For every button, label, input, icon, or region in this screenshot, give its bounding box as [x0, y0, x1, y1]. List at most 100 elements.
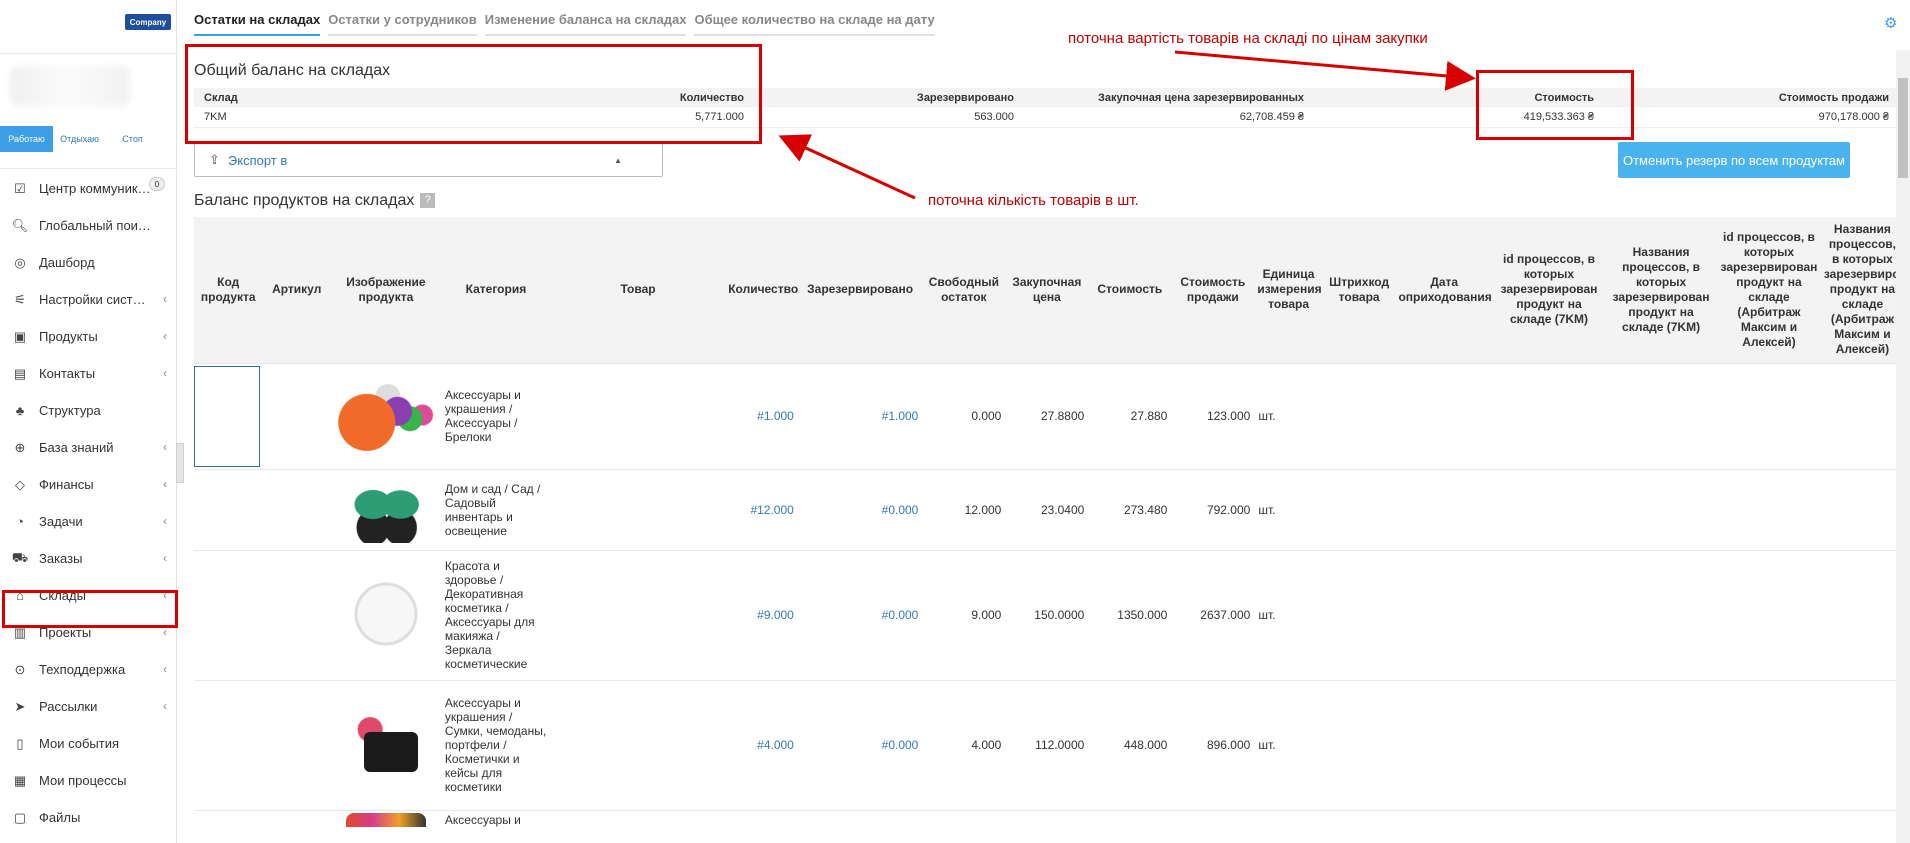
free-stock-cell: 4.000 [922, 680, 1006, 811]
column-header[interactable]: Штрихкод товара [1322, 217, 1396, 364]
product-image[interactable] [345, 812, 426, 827]
reserved-link[interactable] [797, 810, 923, 843]
sidebar-item-mailings[interactable]: ➤ Рассылки ‹ [0, 688, 177, 725]
sidebar-item-contacts[interactable]: ▤ Контакты ‹ [0, 355, 177, 392]
product-code-cell[interactable] [194, 363, 263, 470]
status-resting[interactable]: Отдыхаю [53, 126, 106, 152]
checkbox-icon: ☑ [14, 180, 26, 196]
sidebar-item-products[interactable]: ▣ Продукты ‹ [0, 318, 177, 355]
tab-total-by-date[interactable]: Общее количество на складе на дату [694, 12, 935, 36]
column-header[interactable]: Единица измерения товара [1254, 217, 1323, 364]
product-code-cell[interactable] [194, 550, 263, 681]
tab-balance-changes[interactable]: Изменение баланса на складах [484, 12, 687, 36]
sidebar-item-settings[interactable]: ⚟ Настройки сист… ‹ [0, 281, 177, 318]
product-image[interactable] [348, 578, 423, 649]
tabs: Остатки на складах Остатки у сотрудников… [194, 12, 935, 36]
column-header[interactable]: Категория [440, 217, 551, 364]
sidebar-item-label: Финансы [39, 477, 94, 492]
product-image[interactable] [349, 473, 422, 543]
status-working[interactable]: Работаю [0, 126, 53, 152]
column-header[interactable]: Закупочная цена [1005, 217, 1089, 364]
table-row: 7KM 5,771.000 563.000 62,708.459 ₴ 419,5… [194, 107, 1899, 128]
tab-employee-stock[interactable]: Остатки у сотрудников [328, 12, 477, 36]
sidebar-item-projects[interactable]: ▥ Проекты ‹ [0, 614, 177, 651]
help-icon[interactable]: ? [420, 193, 436, 209]
process-name-cell [1605, 680, 1718, 811]
column-header[interactable]: Свободный остаток [922, 217, 1006, 364]
sidebar-nav: ☑ Центр коммуник… 0 🔍︎ Глобальный пои… ◎… [0, 170, 177, 836]
unit-cell [1254, 810, 1323, 843]
quantity-link[interactable]: #4.000 [725, 680, 798, 811]
product-image[interactable] [337, 377, 434, 452]
reserved-link[interactable]: #1.000 [797, 363, 923, 470]
category-cell: Дом и сад / Сад / Садовый инвентарь и ос… [440, 469, 551, 551]
sale-cost-value: 970,178.000 ₴ [1604, 107, 1899, 128]
article-cell [262, 680, 331, 811]
unit-cell: шт. [1254, 550, 1323, 681]
column-header[interactable]: Код продукта [194, 217, 263, 364]
product-name-cell [550, 550, 726, 681]
sidebar-item-label: Техподдержка [39, 662, 126, 677]
support-icon: ⊙ [14, 661, 26, 677]
sidebar-item-dashboard[interactable]: ◎ Дашборд [0, 244, 177, 281]
status-stop[interactable]: Стоп [106, 126, 159, 152]
process-name-cell [1605, 469, 1718, 551]
column-header[interactable]: id процессов, в которых зарезервирован п… [1492, 217, 1606, 364]
reserved-link[interactable]: #0.000 [797, 469, 923, 551]
sidebar-item-support[interactable]: ⊙ Техподдержка ‹ [0, 651, 177, 688]
sidebar-item-orders[interactable]: ⛟ Заказы ‹ [0, 540, 177, 577]
product-code-cell[interactable] [194, 469, 263, 551]
vertical-scrollbar[interactable] [1896, 50, 1910, 843]
sidebar-item-structure[interactable]: ♣ Структура [0, 392, 177, 429]
products-title-text: Баланс продуктов на складах [194, 192, 415, 209]
cost-cell: 273.480 [1088, 469, 1172, 551]
sidebar-item-finance[interactable]: ◇ Финансы ‹ [0, 466, 177, 503]
sidebar-item-communications[interactable]: ☑ Центр коммуник… 0 [0, 170, 177, 207]
quantity-link[interactable] [725, 810, 798, 843]
quantity-link[interactable]: #12.000 [725, 469, 798, 551]
column-header[interactable]: Товар [550, 217, 726, 364]
column-header[interactable]: Стоимость [1088, 217, 1172, 364]
user-info-blurred [10, 66, 130, 106]
column-header[interactable]: id процессов, в которых зарезервирован п… [1717, 217, 1821, 364]
sidebar-item-events[interactable]: ▯ Мои события [0, 725, 177, 762]
column-header[interactable]: Изображение продукта [330, 217, 441, 364]
column-header[interactable]: Зарезервировано [797, 217, 923, 364]
column-header[interactable]: Названия процессов, в которых зарезервир… [1605, 217, 1718, 364]
sidebar-item-label: Проекты [39, 625, 92, 640]
product-image[interactable] [349, 707, 422, 780]
column-header[interactable]: Стоимость продажи [1171, 217, 1255, 364]
cancel-all-reserves-button[interactable]: Отменить резерв по всем продуктам [1618, 142, 1850, 178]
column-header: Стоимость [1314, 88, 1604, 107]
tasks-icon: ◔ [16, 514, 24, 529]
export-dropdown[interactable]: ⇪ Экспорт в ▲ [194, 143, 663, 177]
gear-icon[interactable]: ⚙ [1884, 14, 1898, 32]
column-header[interactable]: Дата оприходования [1395, 217, 1493, 364]
sidebar-item-knowledge[interactable]: ⊕ База знаний ‹ [0, 429, 177, 466]
product-code-cell[interactable] [194, 680, 263, 811]
sidebar-item-label: Структура [39, 403, 101, 418]
tab-warehouse-stock[interactable]: Остатки на складах [194, 12, 321, 36]
reserved-link[interactable]: #0.000 [797, 680, 923, 811]
product-code-cell[interactable] [194, 810, 263, 843]
barcode-cell [1322, 810, 1396, 843]
column-header[interactable]: Количество [725, 217, 798, 364]
sidebar-item-search[interactable]: 🔍︎ Глобальный пои… [0, 207, 177, 244]
quantity-link[interactable]: #9.000 [725, 550, 798, 681]
quantity-link[interactable]: #1.000 [725, 363, 798, 470]
sidebar-item-label: Мои события [39, 736, 119, 751]
company-logo[interactable]: Company [125, 14, 171, 30]
cost-cell: 27.880 [1088, 363, 1172, 470]
unit-cell: шт. [1254, 469, 1323, 551]
sidebar-item-warehouses[interactable]: ⌂ Склады ‹ [0, 577, 177, 614]
sidebar-item-tasks[interactable]: ◔ Задачи ‹ [0, 503, 177, 540]
column-header[interactable]: Артикул [262, 217, 331, 364]
process-id-cell [1492, 550, 1606, 681]
sidebar-item-processes[interactable]: ▦ Мои процессы [0, 762, 177, 799]
chevron-left-icon: ‹ [163, 329, 167, 343]
free-stock-cell [922, 810, 1006, 843]
column-header[interactable]: Названия процессов, в которых зарезервир… [1820, 217, 1910, 364]
sidebar-item-files[interactable]: ▢ Файлы [0, 799, 177, 836]
reserved-link[interactable]: #0.000 [797, 550, 923, 681]
scrollbar-thumb[interactable] [1898, 78, 1908, 178]
